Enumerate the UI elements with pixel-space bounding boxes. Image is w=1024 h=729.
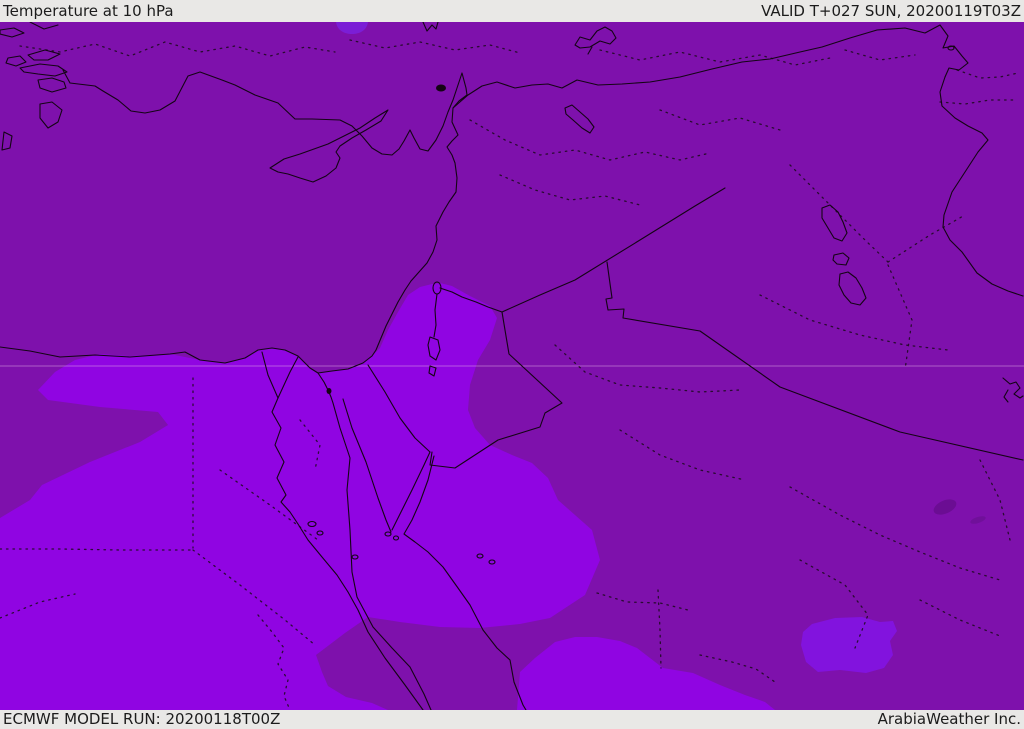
map-title: Temperature at 10 hPa <box>3 2 174 20</box>
header-bar: Temperature at 10 hPa VALID T+027 SUN, 2… <box>0 0 1024 22</box>
provider-label: ArabiaWeather Inc. <box>877 710 1021 728</box>
footer-bar: ECMWF MODEL RUN: 20200118T00Z ArabiaWeat… <box>0 710 1024 729</box>
lagoon-turkey-coast <box>436 84 446 92</box>
valid-time-label: VALID T+027 SUN, 20200119T03Z <box>761 2 1021 20</box>
temp-region-southeast-blob <box>801 617 897 673</box>
weather-map <box>0 22 1024 710</box>
model-run-label: ECMWF MODEL RUN: 20200118T00Z <box>3 710 281 728</box>
lake-bitter <box>326 388 332 394</box>
weather-map-svg <box>0 22 1024 710</box>
